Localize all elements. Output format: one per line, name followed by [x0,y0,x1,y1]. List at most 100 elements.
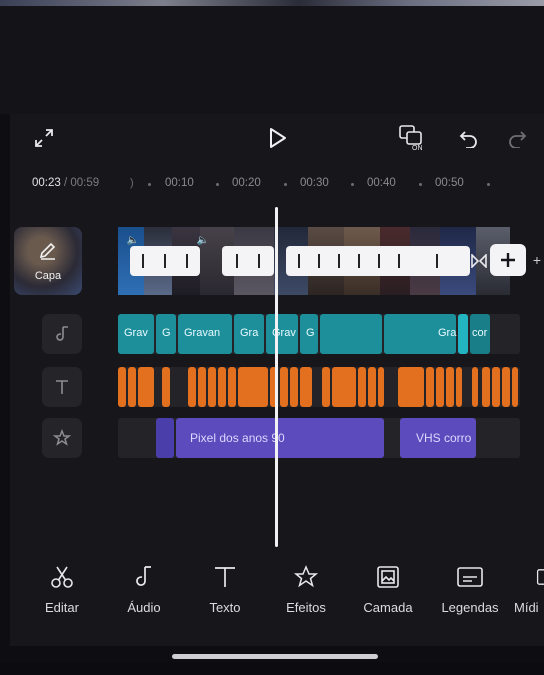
text-clip[interactable] [218,367,226,407]
audio-clip-label: Gra [438,327,457,339]
play-button[interactable] [265,124,291,152]
ruler-dot [487,183,490,186]
multi-screen-on-icon[interactable]: ON [398,124,430,152]
text-clip[interactable] [446,367,454,407]
ruler-dot [351,183,354,186]
volume-icon: 🔈 [126,234,140,246]
music-note-icon [104,560,184,594]
audio-clip[interactable]: Gra [234,314,264,354]
clip-handle-group[interactable] [286,246,470,276]
ruler-dot [216,183,219,186]
bottom-strip [0,662,544,675]
text-clip[interactable] [492,367,500,407]
audio-clip[interactable]: Grav [266,314,298,354]
text-clip[interactable] [198,367,206,407]
audio-clip[interactable]: G [156,314,176,354]
tool-text[interactable]: Texto [185,560,265,615]
captions-icon [430,560,510,594]
ruler-tick: 00:10 [165,177,194,189]
tool-layer[interactable]: Camada [348,560,428,615]
playhead[interactable] [275,207,278,547]
text-clip[interactable] [436,367,444,407]
text-track-icon[interactable] [42,367,82,407]
timecode: 00:23 / 00:59 [32,177,99,189]
cover-button[interactable]: Capa [14,227,82,295]
text-clip[interactable] [512,367,518,407]
media-icon [500,560,544,594]
total-time: 00:59 [70,177,100,189]
tool-audio[interactable]: Áudio [104,560,184,615]
text-clip[interactable] [482,367,490,407]
text-clip[interactable] [280,367,288,407]
effect-clip[interactable] [156,418,174,458]
tool-label: Camada [363,600,413,615]
tool-label: Efeitos [286,600,326,615]
effect-clip-vhs[interactable]: VHS corro [400,418,476,458]
ruler-dot [148,183,151,186]
clip-handle-group[interactable] [222,246,274,276]
tool-label: Áudio [127,600,161,615]
transition-icon[interactable] [470,250,488,272]
text-clip[interactable] [456,367,462,407]
text-clip[interactable] [208,367,216,407]
text-clip[interactable] [188,367,196,407]
effect-clip-label: VHS corro [416,431,472,445]
text-clip[interactable] [290,367,298,407]
ruler-mark: ) [130,177,134,189]
ruler-tick: 00:40 [367,177,396,189]
ruler-tick: 00:20 [232,177,261,189]
undo-icon[interactable] [457,126,481,150]
add-clip-button[interactable] [490,244,526,276]
fullscreen-icon[interactable] [32,126,56,150]
pencil-icon [14,239,82,261]
audio-clip[interactable] [458,314,468,354]
add-plus-icon[interactable]: + [530,250,544,270]
bottom-toolbar: Editar Áudio Texto Efeitos Camada Legend… [10,560,544,640]
ruler-dot [419,183,422,186]
tool-captions[interactable]: Legendas [430,560,510,615]
audio-clip[interactable]: G [300,314,318,354]
scissors-icon [22,560,102,594]
text-icon [185,560,265,594]
redo-icon[interactable] [505,126,529,150]
preview-area [0,6,544,114]
audio-track-icon[interactable] [42,314,82,354]
ruler-tick: 00:30 [300,177,329,189]
text-clip[interactable] [162,367,170,407]
text-clip[interactable] [398,367,424,407]
audio-clip[interactable] [320,314,382,354]
audio-clip[interactable]: cor [470,314,490,354]
clip-handle-group[interactable] [130,246,200,276]
text-clip[interactable] [118,367,126,407]
tool-edit[interactable]: Editar [22,560,102,615]
volume-icon: 🔈 [196,234,210,246]
image-layer-icon [348,560,428,594]
audio-clip[interactable]: Grav [118,314,154,354]
text-clip[interactable] [322,367,330,407]
text-clip[interactable] [228,367,236,407]
tool-media[interactable]: Mídi [500,560,544,615]
text-clip[interactable] [358,367,366,407]
text-clip[interactable] [472,367,478,407]
text-clip[interactable] [138,367,154,407]
text-clip[interactable] [368,367,376,407]
audio-clip[interactable]: Gravan [178,314,232,354]
svg-text:ON: ON [412,145,423,152]
tool-label: Editar [45,600,79,615]
effect-clip-pixel[interactable]: Pixel dos anos 90 [176,418,384,458]
text-clip[interactable] [300,367,312,407]
text-clip[interactable] [238,367,268,407]
sparkle-star-icon [266,560,346,594]
cover-label: Capa [34,270,62,282]
text-clip[interactable] [378,367,384,407]
text-clip[interactable] [332,367,356,407]
text-clip[interactable] [128,367,136,407]
home-indicator [172,654,378,659]
time-separator: / [63,177,68,189]
text-clip[interactable] [426,367,434,407]
text-clip[interactable] [502,367,510,407]
tool-label: Mídi [514,600,539,615]
ruler-dot [284,183,287,186]
effects-track-icon[interactable] [42,418,82,458]
tool-effects[interactable]: Efeitos [266,560,346,615]
